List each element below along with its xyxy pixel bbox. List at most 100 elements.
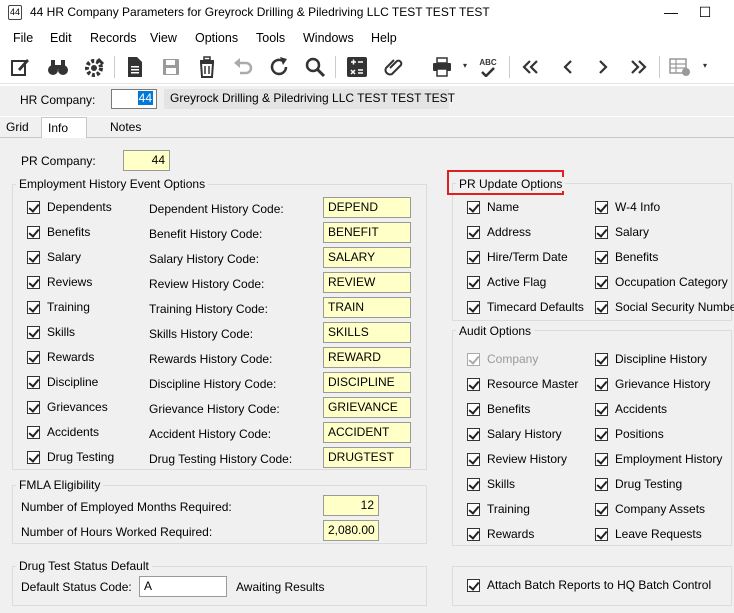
last-record-icon[interactable] bbox=[624, 53, 652, 81]
grid-icon[interactable] bbox=[666, 53, 694, 81]
pr-update-occupation-category-checkbox[interactable]: Occupation Category bbox=[595, 275, 728, 289]
history-reviews-checkbox[interactable]: Reviews bbox=[27, 275, 92, 289]
history-code-input[interactable]: BENEFIT bbox=[323, 222, 411, 243]
fmla-hours-input[interactable]: 2,080.00 bbox=[323, 520, 379, 541]
checkbox-box[interactable] bbox=[27, 450, 40, 464]
audit-salary-history-checkbox[interactable]: Salary History bbox=[467, 427, 562, 441]
attachment-icon[interactable] bbox=[380, 53, 408, 81]
pr-update-name-checkbox[interactable]: Name bbox=[467, 200, 519, 214]
edit-icon[interactable] bbox=[6, 53, 34, 81]
menu-view[interactable]: View bbox=[150, 31, 177, 45]
audit-review-history-checkbox[interactable]: Review History bbox=[467, 452, 567, 466]
checkbox-box[interactable] bbox=[467, 250, 480, 264]
audit-positions-checkbox[interactable]: Positions bbox=[595, 427, 664, 441]
history-code-input[interactable]: ACCIDENT bbox=[323, 422, 411, 443]
history-code-input[interactable]: DRUGTEST bbox=[323, 447, 411, 468]
checkbox-box[interactable] bbox=[467, 502, 480, 516]
checkbox-box[interactable] bbox=[595, 427, 608, 441]
menu-file[interactable]: File bbox=[13, 31, 33, 45]
checkbox-box[interactable] bbox=[467, 300, 480, 314]
minimize-button[interactable]: — bbox=[656, 2, 686, 22]
history-rewards-checkbox[interactable]: Rewards bbox=[27, 350, 94, 364]
history-code-input[interactable]: TRAIN bbox=[323, 297, 411, 318]
first-record-icon[interactable] bbox=[517, 53, 545, 81]
history-skills-checkbox[interactable]: Skills bbox=[27, 325, 75, 339]
checkbox-box[interactable] bbox=[467, 200, 480, 214]
checkbox-box[interactable] bbox=[595, 352, 608, 366]
delete-icon[interactable] bbox=[193, 53, 221, 81]
checkbox-box[interactable] bbox=[595, 275, 608, 289]
audit-benefits-checkbox[interactable]: Benefits bbox=[467, 402, 530, 416]
history-code-input[interactable]: SALARY bbox=[323, 247, 411, 268]
print-icon[interactable] bbox=[428, 53, 456, 81]
checkbox-box[interactable] bbox=[467, 275, 480, 289]
checkbox-box[interactable] bbox=[27, 275, 40, 289]
audit-accidents-checkbox[interactable]: Accidents bbox=[595, 402, 667, 416]
audit-skills-checkbox[interactable]: Skills bbox=[467, 477, 515, 491]
audit-grievance-history-checkbox[interactable]: Grievance History bbox=[595, 377, 710, 391]
drug-test-status-input[interactable]: A bbox=[139, 576, 227, 597]
audit-training-checkbox[interactable]: Training bbox=[467, 502, 530, 516]
checkbox-box[interactable] bbox=[595, 300, 608, 314]
menu-records[interactable]: Records bbox=[90, 31, 137, 45]
pr-update-address-checkbox[interactable]: Address bbox=[467, 225, 531, 239]
history-code-input[interactable]: DEPEND bbox=[323, 197, 411, 218]
history-accidents-checkbox[interactable]: Accidents bbox=[27, 425, 99, 439]
checkbox-box[interactable] bbox=[467, 527, 480, 541]
checkbox-box[interactable] bbox=[595, 452, 608, 466]
next-record-icon[interactable] bbox=[589, 53, 617, 81]
menu-edit[interactable]: Edit bbox=[50, 31, 72, 45]
history-code-input[interactable]: REWARD bbox=[323, 347, 411, 368]
pr-update-active-flag-checkbox[interactable]: Active Flag bbox=[467, 275, 546, 289]
history-code-input[interactable]: DISCIPLINE bbox=[323, 372, 411, 393]
history-grievances-checkbox[interactable]: Grievances bbox=[27, 400, 108, 414]
history-drug-testing-checkbox[interactable]: Drug Testing bbox=[27, 450, 114, 464]
checkbox-box[interactable] bbox=[595, 402, 608, 416]
calculator-icon[interactable] bbox=[343, 53, 371, 81]
save-icon[interactable] bbox=[157, 53, 185, 81]
checkbox-box[interactable] bbox=[467, 377, 480, 391]
audit-rewards-checkbox[interactable]: Rewards bbox=[467, 527, 534, 541]
checkbox-box[interactable] bbox=[467, 477, 480, 491]
history-code-input[interactable]: SKILLS bbox=[323, 322, 411, 343]
tab-notes[interactable]: Notes bbox=[104, 117, 147, 138]
pr-update-hire-term-date-checkbox[interactable]: Hire/Term Date bbox=[467, 250, 568, 264]
checkbox-box[interactable] bbox=[27, 200, 40, 214]
pr-update-social-security-number-checkbox[interactable]: Social Security Number bbox=[595, 300, 734, 314]
checkbox-box[interactable] bbox=[27, 350, 40, 364]
checkbox-box[interactable] bbox=[595, 250, 608, 264]
menu-options[interactable]: Options bbox=[195, 31, 238, 45]
checkbox-box[interactable] bbox=[467, 225, 480, 239]
menu-windows[interactable]: Windows bbox=[303, 31, 354, 45]
audit-company-checkbox[interactable]: Company bbox=[467, 352, 538, 366]
checkbox-box[interactable] bbox=[595, 377, 608, 391]
checkbox-box[interactable] bbox=[467, 427, 480, 441]
undo-icon[interactable] bbox=[229, 53, 257, 81]
pr-update-w-4-info-checkbox[interactable]: W-4 Info bbox=[595, 200, 660, 214]
history-dependents-checkbox[interactable]: Dependents bbox=[27, 200, 112, 214]
audit-drug-testing-checkbox[interactable]: Drug Testing bbox=[595, 477, 682, 491]
document-icon[interactable] bbox=[121, 53, 149, 81]
menu-tools[interactable]: Tools bbox=[256, 31, 285, 45]
checkbox-box[interactable] bbox=[595, 477, 608, 491]
search-icon[interactable] bbox=[301, 53, 329, 81]
spellcheck-icon[interactable]: ABC bbox=[474, 53, 502, 81]
checkbox-box[interactable] bbox=[467, 452, 480, 466]
hr-company-input[interactable]: 44 bbox=[111, 89, 157, 109]
checkbox-box[interactable] bbox=[467, 402, 480, 416]
pr-update-benefits-checkbox[interactable]: Benefits bbox=[595, 250, 658, 264]
fmla-months-input[interactable]: 12 bbox=[323, 495, 379, 516]
audit-employment-history-checkbox[interactable]: Employment History bbox=[595, 452, 722, 466]
checkbox-box[interactable] bbox=[595, 200, 608, 214]
checkbox-box[interactable] bbox=[595, 502, 608, 516]
checkbox-box[interactable] bbox=[27, 250, 40, 264]
pr-update-salary-checkbox[interactable]: Salary bbox=[595, 225, 649, 239]
history-training-checkbox[interactable]: Training bbox=[27, 300, 90, 314]
audit-company-assets-checkbox[interactable]: Company Assets bbox=[595, 502, 705, 516]
audit-resource-master-checkbox[interactable]: Resource Master bbox=[467, 377, 578, 391]
audit-discipline-history-checkbox[interactable]: Discipline History bbox=[595, 352, 707, 366]
tab-info[interactable]: Info bbox=[41, 117, 87, 139]
pr-update-timecard-defaults-checkbox[interactable]: Timecard Defaults bbox=[467, 300, 584, 314]
refresh-icon[interactable] bbox=[265, 53, 293, 81]
history-code-input[interactable]: REVIEW bbox=[323, 272, 411, 293]
